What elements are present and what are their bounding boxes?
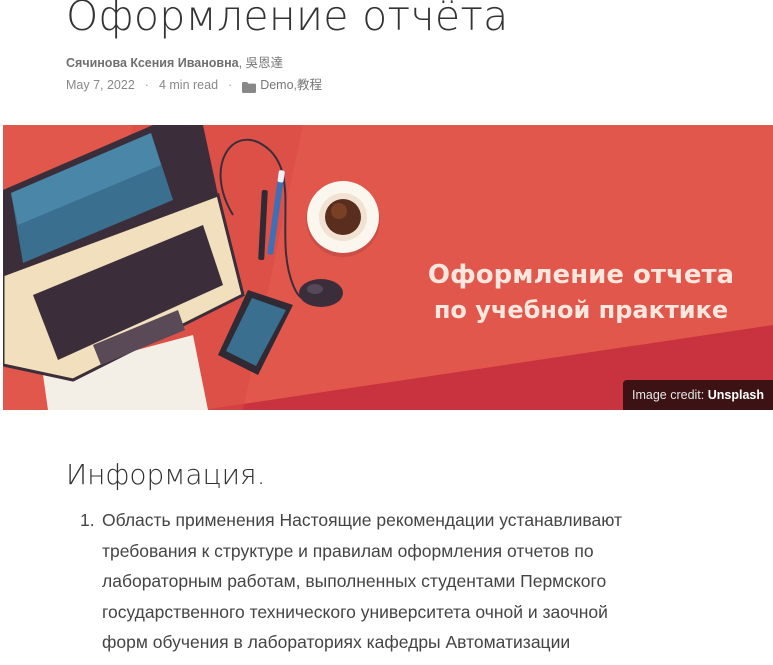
hero-illustration: Оформление отчета по учебной практике — [3, 125, 773, 410]
coffee-cup-illustration — [306, 181, 380, 257]
featured-image: Оформление отчета по учебной практике Im… — [3, 125, 773, 410]
author-separator: , — [238, 56, 246, 70]
list-item-text-line: лабораторным работам, выполненных студен… — [102, 571, 607, 591]
list-item-number: 1. — [80, 510, 95, 530]
page-title: Оформление отчёта — [66, 0, 509, 40]
author-list: Сячинова Ксения Ивановна, 吳恩達 — [66, 54, 283, 72]
category-link-demo[interactable]: Demo — [260, 76, 293, 94]
list-item-text-line: форм обучения в лабораториях кафедры Авт… — [102, 632, 571, 652]
hero-headline-line2: по учебной практике — [434, 296, 728, 324]
article-meta: May 7, 2022 · 4 min read · Demo, 教程 — [66, 76, 322, 94]
category-link-tutorial[interactable]: 教程 — [297, 76, 322, 94]
image-credit: Image credit: Unsplash — [623, 380, 773, 410]
folder-icon — [242, 80, 257, 93]
list-item-text-line: требования к структуре и правилам оформл… — [102, 540, 594, 561]
list-item: 1. Область применения Настоящие рекоменд… — [80, 505, 742, 658]
image-credit-link[interactable]: Unsplash — [708, 388, 764, 402]
publish-date: May 7, 2022 — [66, 78, 135, 92]
list-item-text-line: Область применения Настоящие рекомендаци… — [102, 510, 622, 530]
read-time: 4 min read — [158, 78, 219, 92]
author-link-secondary[interactable]: 吳恩達 — [246, 56, 284, 70]
list-item-text-line: государственного технического университе… — [102, 601, 608, 622]
meta-separator: · — [228, 78, 233, 92]
hero-headline-line1: Оформление отчета — [428, 260, 734, 290]
meta-separator: · — [144, 78, 149, 92]
image-credit-prefix: Image credit: — [632, 388, 708, 402]
author-link[interactable]: Сячинова Ксения Ивановна — [66, 56, 239, 70]
content-list: 1. Область применения Настоящие рекоменд… — [80, 505, 742, 658]
section-heading: Информация. — [66, 458, 266, 491]
